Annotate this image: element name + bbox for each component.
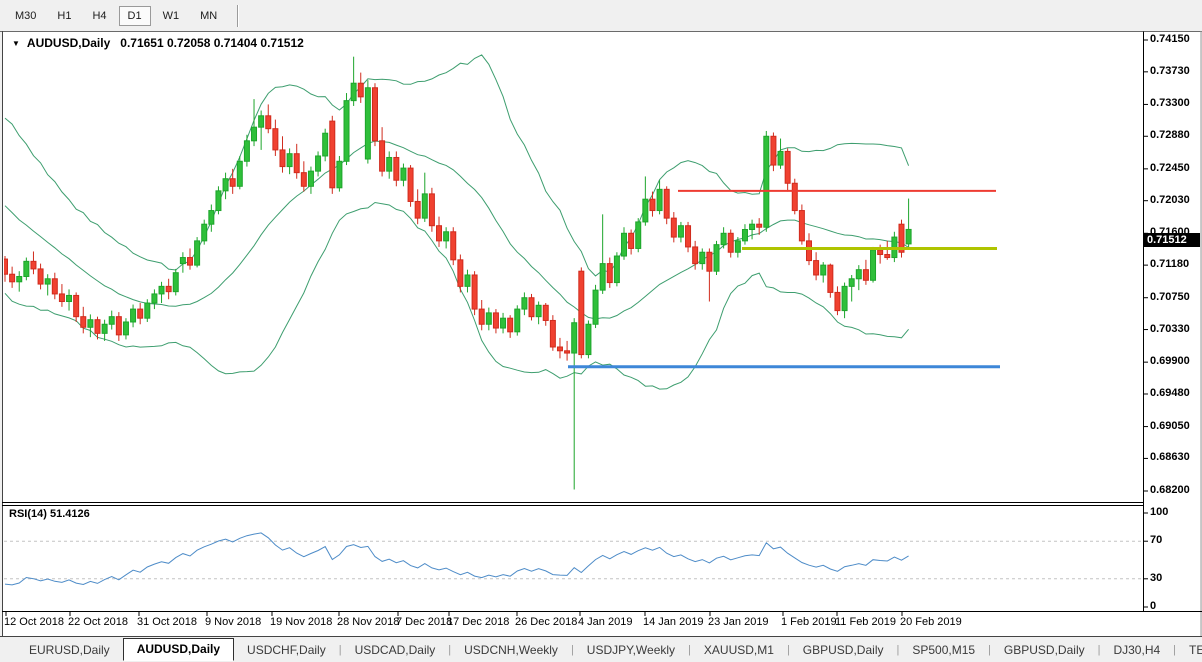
- tab-eurusd-daily[interactable]: EURUSD,Daily: [16, 639, 123, 661]
- price-axis-label: 0.69480: [1150, 387, 1190, 399]
- price-axis-label: 0.68630: [1150, 451, 1190, 463]
- tab-usdchf-daily[interactable]: USDCHF,Daily: [234, 639, 339, 661]
- price-axis-label: 0.72880: [1150, 129, 1190, 141]
- tab-gbpusd-daily[interactable]: GBPUSD,Daily: [991, 639, 1098, 661]
- price-axis-label: 0.71180: [1150, 258, 1189, 270]
- date-axis-label: 19 Nov 2018: [270, 616, 332, 628]
- candles: [3, 57, 912, 490]
- rsi-axis-label: 70: [1150, 534, 1162, 546]
- date-axis-label: 23 Jan 2019: [708, 616, 769, 628]
- timeframe-button-w1[interactable]: W1: [154, 6, 189, 26]
- bollinger-lower-band: [5, 203, 909, 390]
- rsi-indicator-label: RSI(14) 51.4126: [9, 508, 90, 520]
- date-axis-label: 11 Feb 2019: [835, 616, 896, 628]
- rsi-axis-label: 0: [1150, 600, 1156, 612]
- date-axis-label: 14 Jan 2019: [643, 616, 704, 628]
- price-axis-label: 0.72030: [1150, 194, 1190, 206]
- tab-tech10[interactable]: TECH10: [1176, 639, 1202, 661]
- date-axis-label: 28 Nov 2018: [337, 616, 399, 628]
- rsi-axis-label: 30: [1150, 572, 1162, 584]
- current-price-tag: 0.71512: [1144, 233, 1200, 247]
- timeframe-toolbar: M30H1H4D1W1MN: [0, 0, 1202, 31]
- chart-canvas[interactable]: [0, 0, 1202, 662]
- price-axis-label: 0.74150: [1150, 33, 1190, 45]
- date-axis-label: 4 Jan 2019: [578, 616, 632, 628]
- tab-audusd-daily[interactable]: AUDUSD,Daily: [123, 638, 234, 661]
- date-axis-label: 9 Nov 2018: [205, 616, 261, 628]
- timeframe-button-h4[interactable]: H4: [83, 6, 115, 26]
- date-axis-label: 1 Feb 2019: [781, 616, 837, 628]
- tab-gbpusd-daily[interactable]: GBPUSD,Daily: [790, 639, 897, 661]
- date-axis-label: 7 Dec 2018: [396, 616, 452, 628]
- date-axis-label: 26 Dec 2018: [515, 616, 577, 628]
- timeframe-button-d1[interactable]: D1: [119, 6, 151, 26]
- date-axis-label: 12 Oct 2018: [4, 616, 64, 628]
- toolbar-separator: [237, 5, 239, 27]
- price-axis-label: 0.70750: [1150, 291, 1190, 303]
- tab-usdjpy-weekly[interactable]: USDJPY,Weekly: [574, 639, 688, 661]
- mt4-window: M30H1H4D1W1MN ▼ AUDUSD,Daily 0.71651 0.7…: [0, 0, 1202, 662]
- price-axis-label: 0.69050: [1150, 420, 1190, 432]
- date-axis-label: 31 Oct 2018: [137, 616, 197, 628]
- tab-xauusd-m1[interactable]: XAUUSD,M1: [691, 639, 787, 661]
- tab-usdcad-daily[interactable]: USDCAD,Daily: [342, 639, 449, 661]
- bollinger-bands: [5, 55, 909, 389]
- rsi-axis-label: 100: [1150, 506, 1168, 518]
- date-axis-label: 17 Dec 2018: [447, 616, 509, 628]
- timeframe-button-m30[interactable]: M30: [6, 6, 45, 26]
- price-axis-label: 0.72450: [1150, 162, 1190, 174]
- date-axis-label: 20 Feb 2019: [900, 616, 962, 628]
- chart-title-ohlc: 0.71651 0.72058 0.71404 0.71512: [120, 36, 304, 50]
- price-axis-label: 0.68200: [1150, 484, 1190, 496]
- chart-dropdown-icon[interactable]: ▼: [12, 39, 20, 48]
- price-axis-label: 0.73730: [1150, 65, 1190, 77]
- tab-usdcnh-weekly[interactable]: USDCNH,Weekly: [451, 639, 571, 661]
- tab-sp500-m15[interactable]: SP500,M15: [899, 639, 988, 661]
- chart-title-symbol: AUDUSD,Daily: [27, 36, 110, 50]
- chart-tab-bar: EURUSD,DailyAUDUSD,DailyUSDCHF,Daily|USD…: [0, 637, 1202, 662]
- price-axis-label: 0.69900: [1150, 355, 1190, 367]
- price-axis-label: 0.73300: [1150, 97, 1190, 109]
- price-axis-label: 0.70330: [1150, 323, 1190, 335]
- chart-title: ▼ AUDUSD,Daily 0.71651 0.72058 0.71404 0…: [12, 36, 304, 50]
- timeframe-button-h1[interactable]: H1: [48, 6, 80, 26]
- timeframe-button-mn[interactable]: MN: [191, 6, 226, 26]
- date-axis-label: 22 Oct 2018: [68, 616, 128, 628]
- tab-dj30-h4[interactable]: DJ30,H4: [1100, 639, 1173, 661]
